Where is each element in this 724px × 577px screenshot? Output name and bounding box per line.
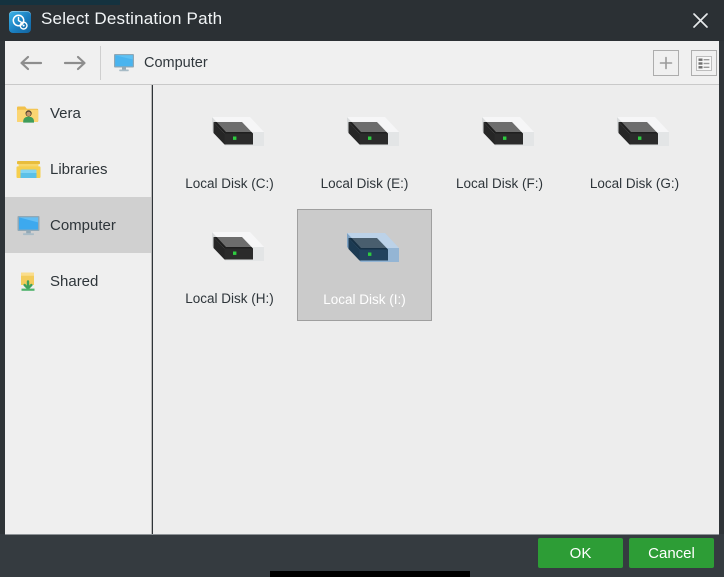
title-bar: Select Destination Path bbox=[0, 0, 724, 41]
backup-clock-icon bbox=[9, 11, 31, 33]
footer-divider bbox=[5, 534, 719, 535]
computer-monitor-icon bbox=[113, 53, 135, 72]
hard-disk-icon bbox=[459, 104, 541, 166]
drive-item-i[interactable]: Local Disk (I:) bbox=[297, 209, 432, 321]
libraries-folder-icon bbox=[15, 157, 41, 181]
shared-folder-icon bbox=[15, 269, 41, 293]
sidebar-item-label: Shared bbox=[50, 272, 99, 290]
plus-icon bbox=[659, 56, 673, 70]
page-title: Select Destination Path bbox=[41, 9, 223, 28]
breadcrumb-label: Computer bbox=[144, 54, 208, 71]
sidebar-item-label: Vera bbox=[50, 104, 81, 122]
sidebar-item-libraries[interactable]: Libraries bbox=[5, 141, 151, 197]
toolbar-divider bbox=[100, 46, 101, 80]
ok-button[interactable]: OK bbox=[538, 538, 623, 568]
hard-disk-icon bbox=[324, 104, 406, 166]
drive-label: Local Disk (C:) bbox=[185, 176, 274, 191]
arrow-left-icon[interactable] bbox=[11, 49, 51, 77]
sidebar-item-vera[interactable]: Vera bbox=[5, 85, 151, 141]
breadcrumb[interactable]: Computer bbox=[113, 41, 208, 84]
hard-disk-icon bbox=[324, 220, 406, 282]
sidebar-item-computer[interactable]: Computer bbox=[5, 197, 151, 253]
drive-item-f[interactable]: Local Disk (F:) bbox=[432, 94, 567, 206]
hard-disk-icon bbox=[594, 104, 676, 166]
list-view-icon bbox=[696, 55, 712, 71]
drive-item-g[interactable]: Local Disk (G:) bbox=[567, 94, 702, 206]
drive-label: Local Disk (F:) bbox=[455, 176, 543, 191]
arrow-right-icon[interactable] bbox=[55, 49, 95, 77]
drive-label: Local Disk (I:) bbox=[323, 292, 406, 307]
background-window-edge bbox=[270, 571, 470, 577]
drive-list-pane: Local Disk (C:) Local Disk (E:) Local Di… bbox=[153, 85, 719, 534]
sidebar: Vera Libraries Computer Shared bbox=[5, 85, 152, 534]
drive-item-e[interactable]: Local Disk (E:) bbox=[297, 94, 432, 206]
drive-label: Local Disk (G:) bbox=[589, 176, 680, 191]
sidebar-item-shared[interactable]: Shared bbox=[5, 253, 151, 309]
hard-disk-icon bbox=[189, 219, 271, 281]
close-icon[interactable] bbox=[676, 0, 724, 41]
drive-label: Local Disk (E:) bbox=[320, 176, 409, 191]
select-destination-path-dialog: Select Destination Path Computer Vera Li… bbox=[0, 0, 724, 577]
cancel-button[interactable]: Cancel bbox=[629, 538, 714, 568]
drive-icon-grid: Local Disk (C:) Local Disk (E:) Local Di… bbox=[153, 85, 719, 321]
drive-item-c[interactable]: Local Disk (C:) bbox=[162, 94, 297, 206]
sidebar-item-label: Computer bbox=[50, 216, 116, 234]
sidebar-item-label: Libraries bbox=[50, 160, 108, 178]
new-folder-button[interactable] bbox=[653, 50, 679, 76]
drive-label: Local Disk (H:) bbox=[185, 291, 274, 306]
computer-monitor-icon bbox=[15, 213, 41, 237]
navigation-toolbar: Computer bbox=[5, 41, 719, 85]
view-list-button[interactable] bbox=[691, 50, 717, 76]
user-folder-icon bbox=[15, 101, 41, 125]
hard-disk-icon bbox=[189, 104, 271, 166]
drive-item-h[interactable]: Local Disk (H:) bbox=[162, 209, 297, 321]
title-accent-strip bbox=[0, 0, 120, 5]
